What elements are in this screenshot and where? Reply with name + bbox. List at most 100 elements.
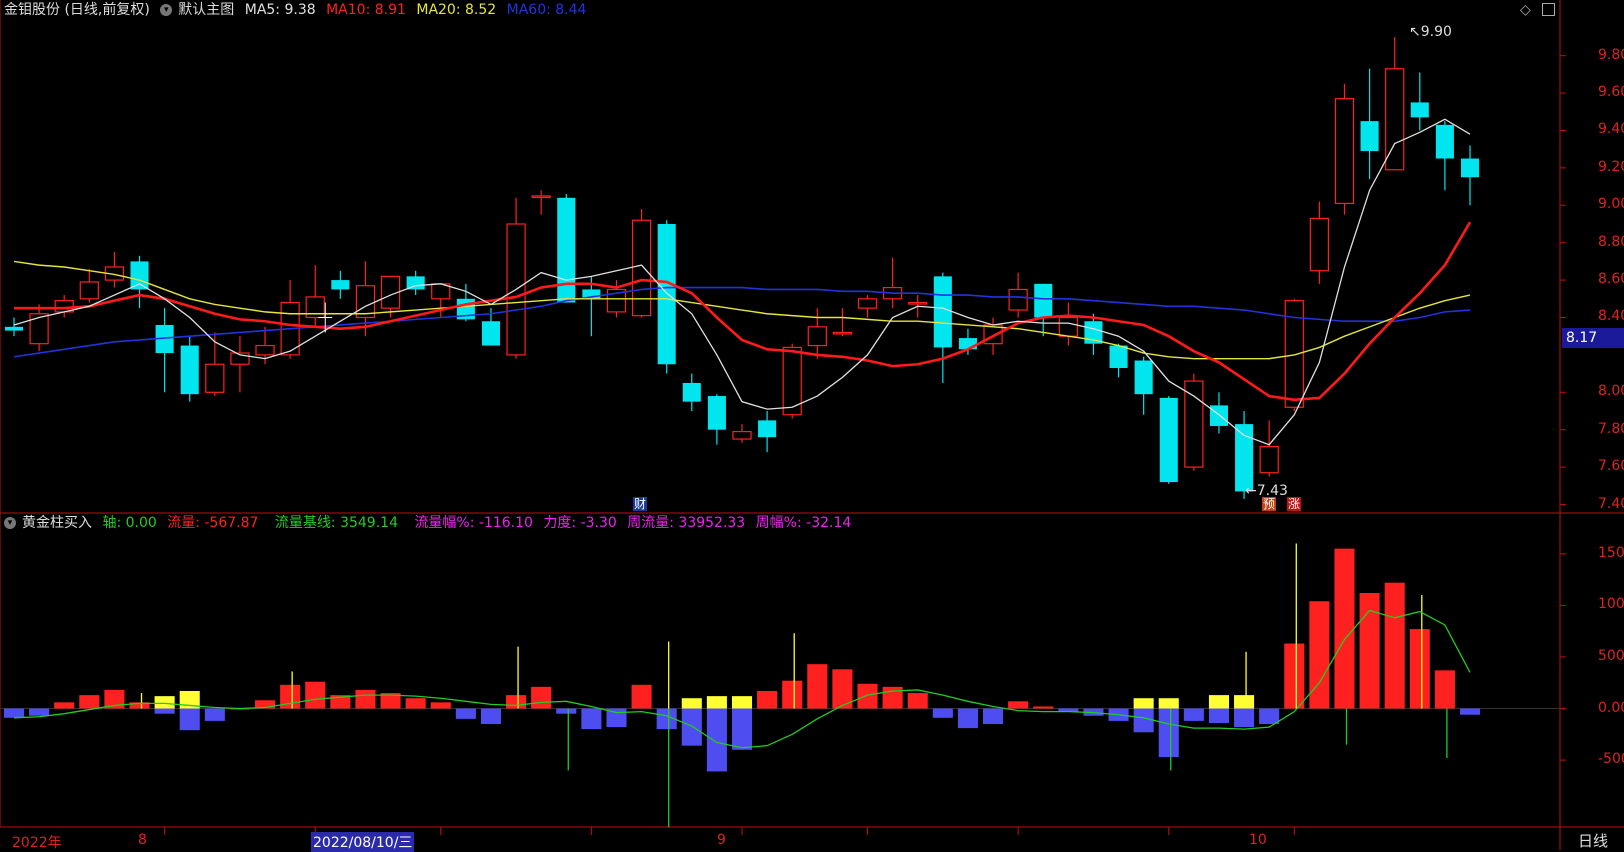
ma20-line — [13, 260, 1471, 360]
flow-bar — [179, 708, 200, 731]
flow-bar — [782, 680, 803, 709]
flow-bar — [1459, 708, 1481, 715]
flow-bar — [1133, 708, 1154, 733]
candle-body — [1334, 98, 1355, 205]
candle-body — [657, 223, 676, 365]
flow-bar — [506, 695, 527, 709]
candle-body — [1460, 158, 1480, 178]
flow-bar — [1208, 708, 1230, 723]
candle-body — [130, 261, 149, 290]
flow-bar — [581, 708, 602, 730]
flow-bar — [3, 708, 25, 718]
candle-body — [832, 331, 853, 335]
ma60-line — [13, 286, 1471, 358]
volume-tick-label: 5000 — [1598, 647, 1624, 664]
candle-body — [1309, 217, 1330, 272]
candle-body — [205, 363, 225, 393]
flow-bar — [681, 708, 702, 746]
chart-canvas[interactable] — [0, 0, 1624, 850]
volume-tick-label: 0.00 — [1598, 699, 1624, 716]
price-tick-label: 9.60 — [1598, 84, 1624, 101]
price-tick-label: 9.00 — [1598, 196, 1624, 213]
candle-body — [1134, 360, 1153, 395]
candle-body — [1235, 424, 1254, 492]
candle-body — [857, 298, 878, 309]
flow-bar — [1183, 708, 1204, 721]
candle-body — [1360, 121, 1379, 152]
gold-bar — [1158, 698, 1179, 709]
x-label-cursor-date: 2022/08/10/三 — [311, 832, 415, 852]
candle-body — [1184, 380, 1204, 468]
candle-body — [481, 321, 501, 346]
ma5-line — [13, 118, 1471, 446]
period-label[interactable]: 日线 — [1578, 830, 1608, 851]
high-value: 9.90 — [1420, 24, 1452, 40]
candle-body — [1435, 124, 1454, 159]
candle-body — [631, 219, 652, 317]
candle-body — [531, 195, 551, 199]
gold-bar — [154, 696, 175, 709]
flow-bar — [857, 683, 878, 709]
badge-cai[interactable]: 财 — [633, 497, 648, 511]
candle-body — [29, 313, 49, 345]
current-price-tag: 8.17 — [1562, 328, 1624, 348]
candle-body — [180, 345, 199, 395]
flow-bar — [1234, 708, 1255, 728]
flow-bar — [907, 693, 928, 709]
candle-body — [331, 280, 350, 290]
flow-bar — [807, 664, 828, 709]
flow-bar — [405, 698, 426, 709]
x-label-aug: 8 — [138, 832, 147, 848]
volume-tick-label: 15000 — [1598, 544, 1624, 561]
candle-body — [807, 326, 827, 347]
x-label-year: 2022年 — [12, 835, 62, 851]
flow-bar — [556, 708, 577, 714]
flow-bar — [1434, 670, 1455, 709]
badge-yu[interactable]: 预 — [1262, 497, 1277, 511]
flow-bar — [706, 708, 727, 772]
price-tick-label: 9.80 — [1598, 46, 1624, 63]
price-tick-label: 7.40 — [1598, 495, 1624, 512]
candle-body — [933, 276, 952, 348]
candle-body — [682, 382, 701, 402]
flow-bar — [54, 702, 75, 709]
volume-tick-label: 10000 — [1598, 596, 1624, 613]
flow-bar — [757, 690, 778, 709]
gold-bar — [1133, 698, 1154, 709]
flow-bar — [731, 708, 753, 750]
gold-bar — [731, 696, 753, 709]
price-tick-label: 9.20 — [1598, 158, 1624, 175]
candle-body — [1008, 288, 1028, 311]
flow-bar — [1409, 629, 1430, 709]
candle-body — [958, 338, 977, 350]
volume-tick-label: -5000 — [1598, 751, 1624, 768]
flow-bar — [154, 708, 175, 714]
candle-body — [79, 281, 99, 300]
candle-body — [1410, 102, 1429, 118]
stock-chart-window: 金钼股份 (日线,前复权) ▾ 默认主图 MA5: 9.38 MA10: 8.91… — [0, 0, 1624, 852]
flow-bar — [932, 708, 953, 718]
candle-body — [758, 420, 777, 438]
gold-bar — [706, 696, 727, 709]
candle-body — [1058, 316, 1078, 337]
flow-bar — [305, 681, 326, 709]
candle-body — [255, 344, 275, 356]
candle-body — [707, 396, 726, 430]
flow-bar — [480, 708, 502, 724]
price-tick-label: 8.60 — [1598, 271, 1624, 288]
flow-bar — [1334, 548, 1355, 709]
flow-bar — [204, 708, 225, 721]
high-annotation: ↖9.90 — [1409, 24, 1452, 40]
price-tick-label: 7.80 — [1598, 420, 1624, 437]
flow-bar — [957, 708, 978, 729]
candle-body — [4, 326, 24, 331]
gold-bar — [1208, 695, 1230, 709]
flow-bar — [1259, 708, 1280, 724]
flow-bar — [455, 708, 476, 719]
badge-zhang[interactable]: 涨 — [1287, 497, 1302, 511]
flow-bar — [1008, 701, 1029, 709]
price-tick-label: 8.00 — [1598, 383, 1624, 400]
price-tick-label: 8.40 — [1598, 308, 1624, 325]
flow-bar — [982, 708, 1004, 724]
flow-bar — [29, 708, 50, 716]
